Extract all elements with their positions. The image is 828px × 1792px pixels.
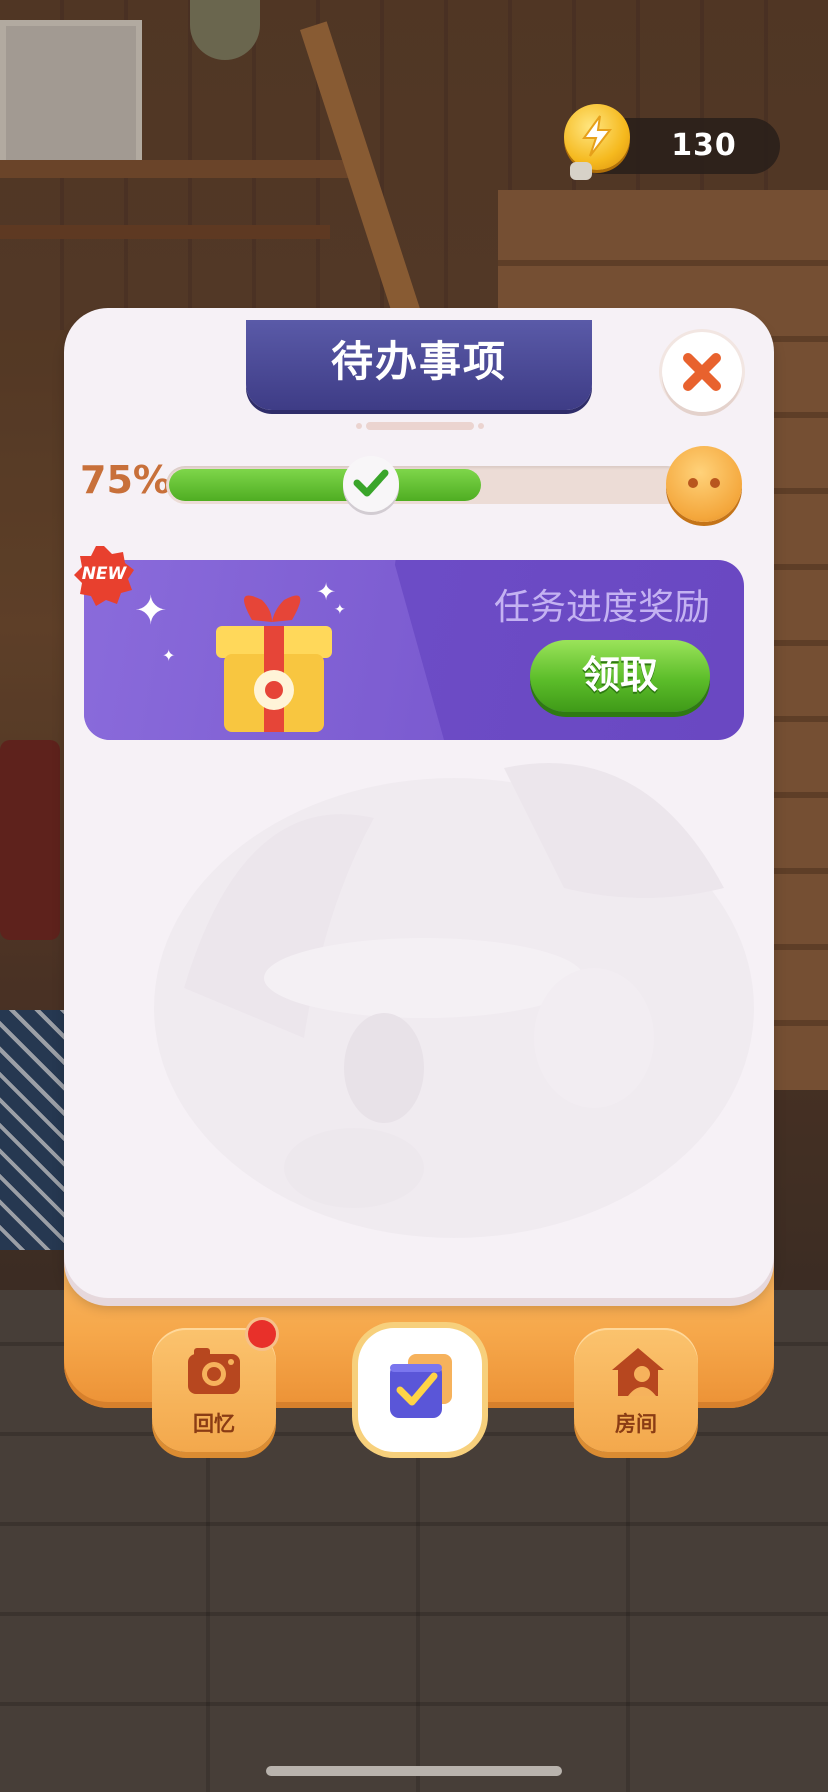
dock-room-label: 房间 <box>615 1412 657 1436</box>
new-badge-label: NEW <box>81 564 127 584</box>
reward-chest-icon[interactable] <box>666 446 742 522</box>
reward-card: ✦ ✦ ✦ ✦ 任务进度奖励 领取 <box>84 560 744 740</box>
energy-counter[interactable]: 130 <box>564 104 780 180</box>
sparkle-icon: ✦ <box>334 602 346 618</box>
dock-memories-button[interactable]: 回忆 <box>152 1320 276 1452</box>
close-button[interactable] <box>662 332 742 412</box>
todo-checklist-icon <box>390 1354 452 1418</box>
progress-percent: 75% <box>80 458 171 502</box>
mascot-watermark <box>154 763 754 1238</box>
drag-handle[interactable] <box>356 422 484 430</box>
todo-card <box>64 308 774 1298</box>
progress-fill <box>169 469 481 501</box>
dock-todo-button[interactable] <box>358 1328 482 1452</box>
dock-memories-label: 回忆 <box>193 1412 235 1436</box>
progress-checkpoint[interactable] <box>343 456 399 512</box>
panel-title-banner: 待办事项 <box>246 320 592 410</box>
house-person-icon <box>612 1348 664 1396</box>
panel-title: 待办事项 <box>330 337 507 386</box>
energy-bolt-icon <box>564 104 630 170</box>
claim-button[interactable]: 领取 <box>530 640 710 712</box>
dock-room-button[interactable]: 房间 <box>574 1328 698 1452</box>
dock-pointer <box>404 1290 436 1298</box>
close-icon <box>683 353 721 391</box>
sparkle-icon: ✦ <box>162 646 176 665</box>
reward-label: 任务进度奖励 <box>493 587 710 628</box>
home-indicator[interactable] <box>266 1766 562 1776</box>
progress-bar <box>166 456 686 512</box>
todo-panel: 待办事项 75% ✦ ✦ ✦ ✦ 任务进度奖励 领取 NEW 回忆 房间 <box>64 308 774 1452</box>
camera-icon <box>188 1348 240 1394</box>
notification-dot <box>248 1320 276 1348</box>
energy-value: 130 <box>671 128 737 163</box>
check-icon <box>353 469 389 497</box>
new-badge: NEW <box>72 544 136 608</box>
plug-icon <box>570 162 592 180</box>
sparkle-icon: ✦ <box>134 588 168 634</box>
